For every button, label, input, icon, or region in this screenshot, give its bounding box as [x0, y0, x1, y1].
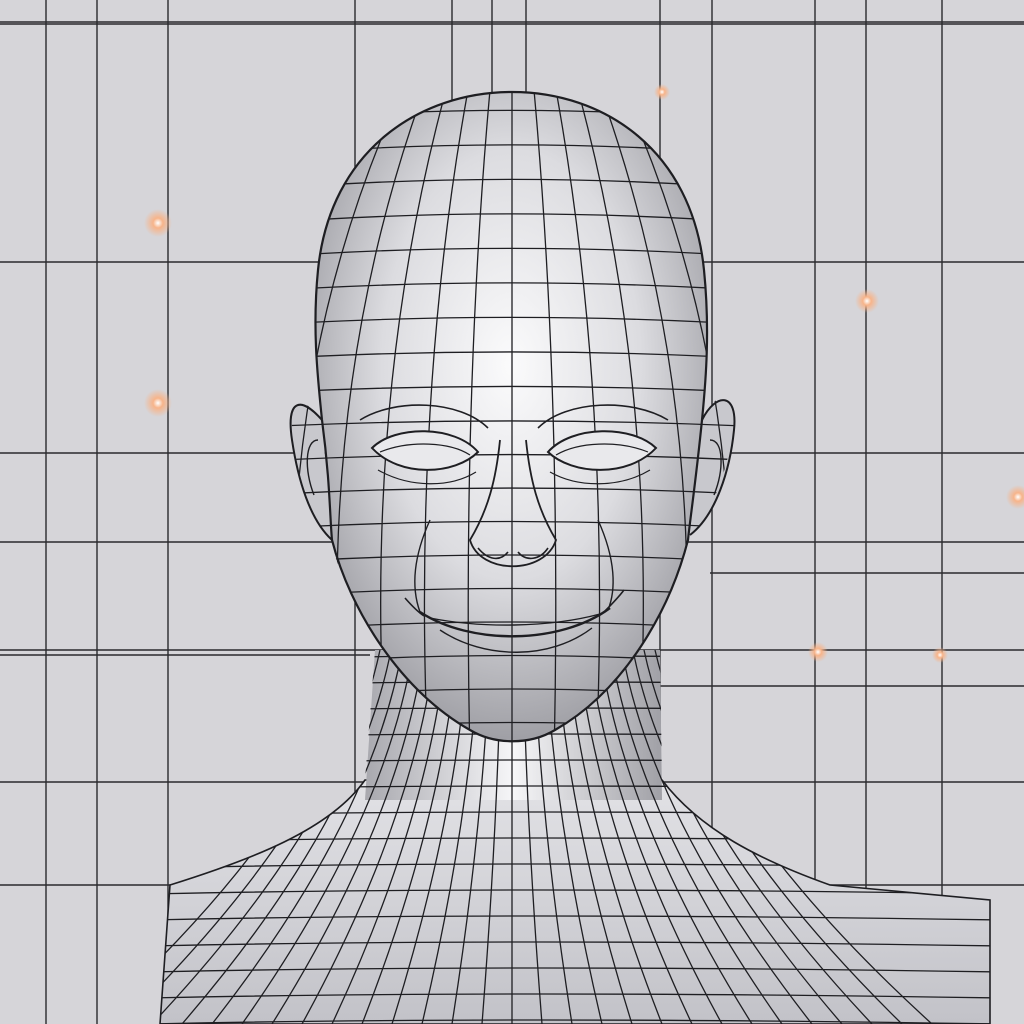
- head-mesh: [291, 92, 735, 742]
- wireframe-scene: [0, 0, 1024, 1024]
- glow-dot: [808, 642, 828, 662]
- glow-dot: [932, 647, 948, 663]
- glow-dot: [855, 289, 879, 313]
- glow-dot: [144, 389, 172, 417]
- glow-dot: [654, 84, 670, 100]
- scene-canvas: [0, 0, 1024, 1024]
- head: [314, 90, 709, 743]
- glow-dot: [1006, 485, 1024, 509]
- glow-dot: [144, 209, 172, 237]
